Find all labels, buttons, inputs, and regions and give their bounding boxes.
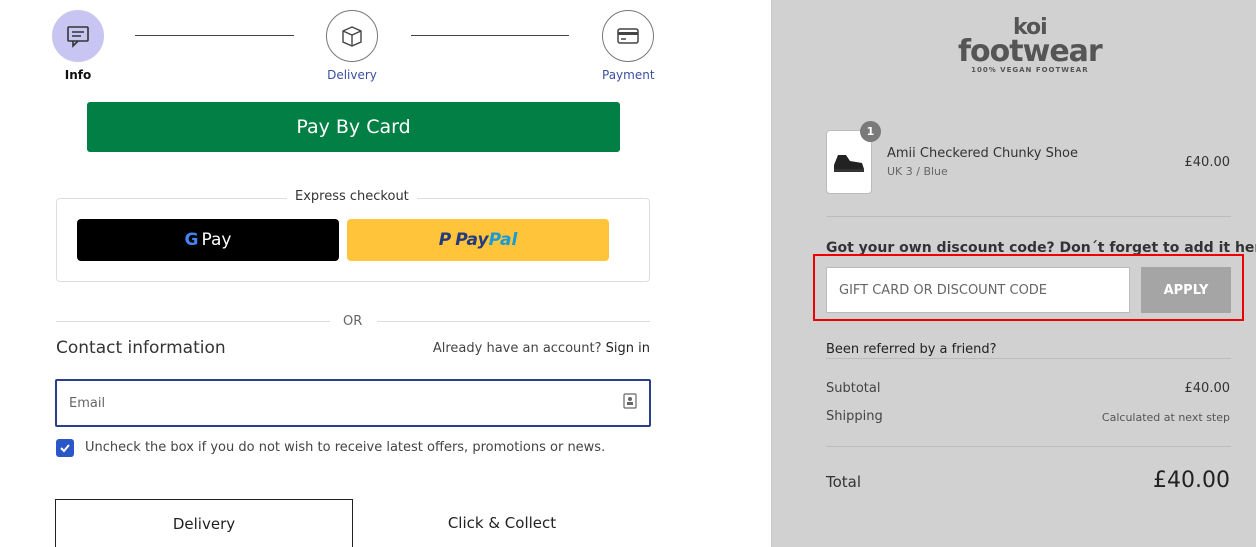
or-separator: OR [343,314,363,329]
sign-in-link[interactable]: Sign in [606,341,650,356]
total-label: Total [826,473,862,491]
marketing-checkbox[interactable] [56,439,74,457]
tab-click-collect[interactable]: Click & Collect [353,499,651,547]
chat-icon [52,10,104,62]
paypal-button[interactable]: P Pay Pal [347,219,609,261]
express-checkout-title: Express checkout [287,189,417,204]
paypal-label-a: Pay [455,230,489,250]
gpay-label: Pay [201,230,232,250]
box-icon [326,10,378,62]
step-label: Payment [602,68,655,82]
checkout-main: Info Delivery Payment Pay By Card Expres… [0,0,771,547]
apply-button[interactable]: APPLY [1141,267,1231,313]
email-field[interactable] [55,379,651,427]
pay-by-card-button[interactable]: Pay By Card [87,102,620,152]
step-delivery[interactable]: Delivery [326,10,378,82]
koi-footwear-logo[interactable]: koi footwear 100% VEGAN FOOTWEAR [958,17,1103,75]
paypal-p-icon: P [438,230,452,250]
step-label: Delivery [327,68,377,82]
logo-tagline: 100% VEGAN FOOTWEAR [971,66,1089,74]
email-input[interactable] [69,395,623,411]
order-summary: koi footwear 100% VEGAN FOOTWEAR 1 Amii … [771,0,1256,547]
discount-code-field[interactable] [826,267,1130,313]
card-icon [602,10,654,62]
referred-link[interactable]: Been referred by a friend? [826,342,997,357]
discount-code-input[interactable] [839,282,1117,298]
account-prompt: Already have an account? Sign in [433,341,650,356]
subtotal-value: £40.00 [1184,381,1231,396]
divider [826,358,1231,359]
subtotal-label: Subtotal [826,381,881,396]
step-connector [411,35,569,36]
checkmark-icon [60,444,70,453]
step-payment[interactable]: Payment [602,10,655,82]
step-info[interactable]: Info [52,10,104,82]
step-connector [135,35,294,36]
paypal-label-b: Pal [488,230,518,250]
marketing-label: Uncheck the box if you do not wish to re… [85,440,606,455]
divider [56,321,330,322]
shipping-label: Shipping [826,409,883,424]
divider [826,446,1231,447]
shipping-value: Calculated at next step [1101,411,1230,424]
step-label: Info [64,68,92,82]
google-pay-button[interactable]: G Pay [77,219,339,261]
product-price: £40.00 [1184,155,1231,170]
product-variant: UK 3 / Blue [887,165,948,178]
product-name: Amii Checkered Chunky Shoe [887,146,1079,161]
divider [826,216,1231,217]
tab-delivery[interactable]: Delivery [55,499,353,547]
contact-card-icon[interactable] [623,393,637,413]
total-value: £40.00 [1153,468,1230,493]
quantity-badge: 1 [860,121,881,142]
account-text: Already have an account? [432,341,602,356]
google-g-icon: G [184,230,199,250]
shoe-icon [834,155,864,172]
contact-info-title: Contact information [56,338,226,358]
logo-line2: footwear [958,34,1103,69]
divider [377,321,650,322]
